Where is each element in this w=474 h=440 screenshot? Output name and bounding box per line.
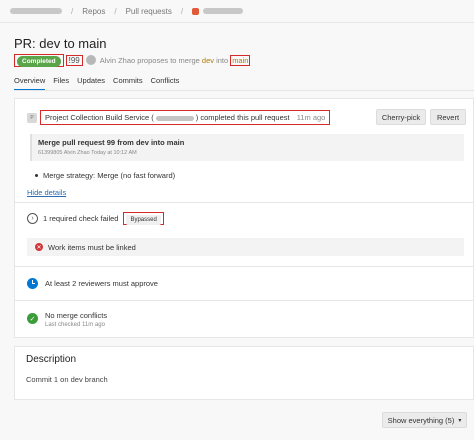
completion-service-suffix: ) completed this pull request [195,113,290,122]
conflicts-title: No merge conflicts [45,311,108,320]
status-badge: Completed [17,55,61,67]
revert-button[interactable]: Revert [430,109,466,125]
commit-author: Alvin Zhao [63,150,90,156]
description-body: Commit 1 on dev branch [26,375,108,384]
completion-time: 11m ago [296,113,326,122]
pr-number-highlight: !99 [65,54,83,66]
bullet-icon [35,174,38,177]
show-everything-label: Show everything (5) [387,415,455,425]
target-branch[interactable]: main [230,54,251,66]
completion-highlight: Project Collection Build Service ( ) comp… [40,110,331,125]
page-title: PR: dev to main [14,36,107,51]
repos-link[interactable]: Repos [82,7,105,16]
merge-strategy-text: Merge strategy: Merge (no fast forward) [43,171,176,180]
breadcrumb-separator: / [114,6,117,16]
error-x-icon: ✕ [35,243,43,251]
required-check-row[interactable]: › 1 required check failed Bypassed [27,212,164,225]
pull-requests-link[interactable]: Pull requests [126,7,172,16]
clock-icon [27,278,38,289]
tab-commits[interactable]: Commits [113,76,143,91]
merge-strategy-item: Merge strategy: Merge (no fast forward) [35,171,175,180]
repo-icon [192,7,200,15]
hide-details-link[interactable]: Hide details [27,188,66,197]
organization-link[interactable] [10,8,62,14]
chevron-down-icon: ▾ [458,417,462,424]
header-divider [0,22,474,23]
tab-overview[interactable]: Overview [14,76,46,91]
policy-failure-text: Work items must be linked [48,242,136,252]
commit-id[interactable]: 61399805 [38,150,62,156]
description-heading: Description [26,354,77,365]
merge-commit-meta: 61399805 Alvin Zhao Today at 10:12 AM [38,150,458,156]
author-name[interactable]: Alvin Zhao [100,56,135,65]
tabs-divider [14,90,474,91]
chevron-right-icon[interactable]: › [27,213,38,224]
section-divider [14,202,474,203]
redacted-service-name [155,115,194,121]
source-branch[interactable]: dev [202,56,214,65]
pr-number: 99 [70,55,80,65]
tab-updates[interactable]: Updates [77,76,105,91]
cherry-pick-button[interactable]: Cherry-pick [376,109,426,125]
completion-row: P Project Collection Build Service ( ) co… [27,110,331,125]
section-divider [14,300,474,301]
required-check-label: 1 required check failed [43,214,119,223]
merge-commit-title[interactable]: Merge pull request 99 from dev into main [38,138,458,147]
pr-tabs: Overview Files Updates Commits Conflicts [14,76,179,91]
reviewer-policy-row: At least 2 reviewers must approve [27,278,158,289]
description-card [14,346,474,400]
tab-conflicts[interactable]: Conflicts [151,76,180,91]
breadcrumb: / Repos / Pull requests / [0,0,474,22]
work-items-policy: ✕ Work items must be linked [27,238,464,256]
bypassed-badge: Bypassed [126,215,161,225]
reviewer-policy-text: At least 2 reviewers must approve [45,279,158,288]
breadcrumb-separator: / [180,6,184,16]
checkmark-icon: ✓ [27,313,38,324]
service-avatar: P [27,112,37,123]
pr-proposal-text: Alvin Zhao proposes to merge dev into mai… [100,54,251,66]
conflicts-last-checked: Last checked 11m ago [45,322,105,328]
proposes-text: proposes to merge [137,55,200,65]
bypass-highlight: Bypassed [123,212,164,225]
tab-files[interactable]: Files [53,76,69,91]
section-divider [14,266,474,267]
status-highlight: Completed [14,53,64,67]
pr-status-row: Completed !99 Alvin Zhao proposes to mer… [14,53,251,67]
breadcrumb-separator: / [71,6,74,16]
repo-link[interactable] [203,8,244,14]
merge-commit-box: Merge pull request 99 from dev into main… [30,134,464,161]
show-everything-button[interactable]: Show everything (5) ▾ [382,412,467,428]
merge-conflicts-row: ✓ No merge conflicts Last checked 11m ag… [27,311,107,328]
avatar[interactable] [85,55,96,65]
commit-date: Today at 10:12 AM [91,150,137,156]
into-text: into [216,55,229,65]
completion-service-prefix: Project Collection Build Service ( [45,113,154,122]
